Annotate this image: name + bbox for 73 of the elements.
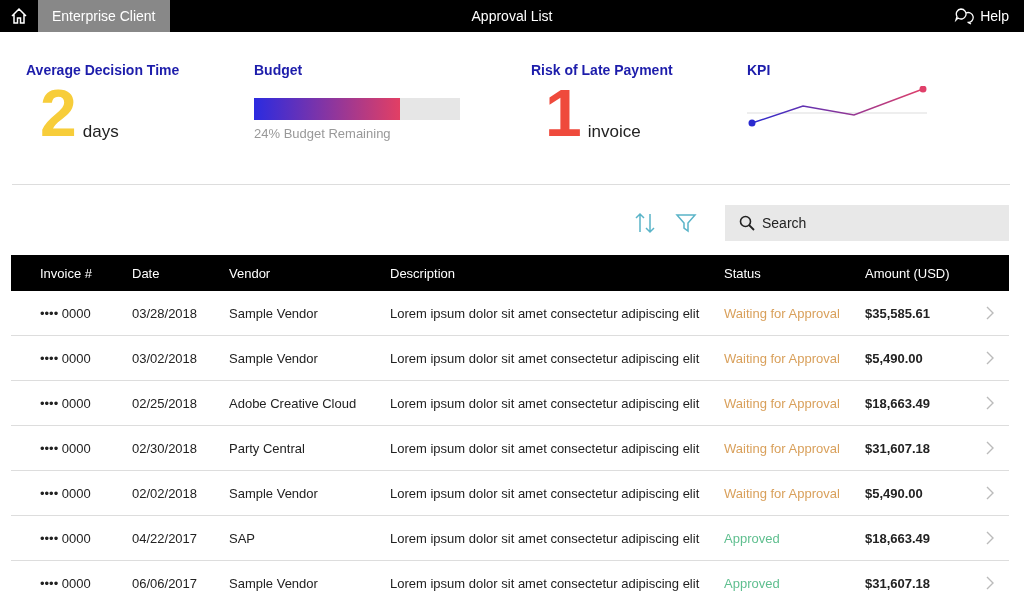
table-cell-text: •••• 0000: [39, 575, 92, 591]
table-cell-text: SAP: [229, 530, 256, 546]
table-cell-text: •••• 0000: [39, 530, 92, 546]
table-cell-text: Sample Vendor: [229, 305, 319, 321]
stat-title: Average Decision Time: [26, 62, 181, 78]
table-cell-text: Sample Vendor: [229, 485, 319, 501]
search-icon: [739, 215, 755, 231]
stat-unit: invoice: [587, 122, 641, 142]
table-cell-text: 03/02/2018: [132, 350, 199, 366]
chevron-right-icon[interactable]: [984, 530, 995, 546]
filter-icon[interactable]: [675, 212, 697, 234]
search-field[interactable]: Search: [725, 205, 1009, 241]
amount-cell-text: $31,607.18: [865, 575, 932, 591]
stat-unit: days: [82, 122, 119, 142]
table-cell-text: •••• 0000: [39, 350, 92, 366]
status-text: Waiting for Approval: [724, 305, 841, 321]
chevron-right-icon[interactable]: [984, 485, 995, 501]
status-text: Approved: [724, 530, 781, 546]
budget-caption: 24% Budget Remaining: [254, 126, 392, 141]
table-cell-text: •••• 0000: [39, 395, 92, 411]
status-text: Waiting for Approval: [724, 350, 841, 366]
chevron-right-icon[interactable]: [984, 395, 995, 411]
amount-cell-text: $35,585.61: [865, 305, 932, 321]
amount-cell-text: $5,490.00: [865, 485, 924, 501]
amount-cell-text: $18,663.49: [865, 395, 932, 411]
table-cell-text: •••• 0000: [39, 440, 92, 456]
stat-title: Risk of Late Payment: [531, 62, 674, 78]
table-cell-text: 02/30/2018: [132, 440, 199, 456]
column-header: Status: [724, 265, 762, 281]
table-cell-text: Party Central: [229, 440, 306, 456]
amount-cell-text: $31,607.18: [865, 440, 932, 456]
table-cell-text: Adobe Creative Cloud: [229, 395, 358, 411]
table-cell-text: Lorem ipsum dolor sit amet consectetur adipiscing elit: [390, 530, 701, 546]
table-cell-text: 02/02/2018: [132, 485, 199, 501]
table-cell-text: 06/06/2017: [132, 575, 199, 591]
status-text: Approved: [724, 575, 781, 591]
table-cell-text: Sample Vendor: [229, 575, 319, 591]
column-header: Description: [390, 265, 457, 281]
stat-title: KPI: [747, 62, 772, 78]
client-tab[interactable]: Enterprise Client: [38, 0, 170, 32]
table-cell-text: 04/22/2017: [132, 530, 199, 546]
table-cell-text: Lorem ipsum dolor sit amet consectetur adipiscing elit: [390, 575, 701, 591]
column-header: Date: [132, 265, 161, 281]
stat-title: Budget: [254, 62, 304, 78]
table-cell-text: Lorem ipsum dolor sit amet consectetur adipiscing elit: [390, 395, 701, 411]
amount-cell-text: $18,663.49: [865, 530, 932, 546]
table-cell-text: Sample Vendor: [229, 350, 319, 366]
chevron-right-icon[interactable]: [984, 575, 995, 591]
table-cell-text: •••• 0000: [39, 485, 92, 501]
table-cell-text: Lorem ipsum dolor sit amet consectetur adipiscing elit: [390, 440, 701, 456]
stat-value: 2: [40, 82, 77, 144]
status-text: Waiting for Approval: [724, 485, 841, 501]
amount-cell-text: $5,490.00: [865, 350, 924, 366]
chevron-right-icon[interactable]: [984, 440, 995, 456]
table-cell-text: Lorem ipsum dolor sit amet consectetur adipiscing elit: [390, 350, 701, 366]
sort-icon[interactable]: [633, 211, 657, 235]
column-header: Amount (USD): [865, 265, 951, 281]
table-cell-text: 03/28/2018: [132, 305, 199, 321]
chevron-right-icon[interactable]: [984, 305, 995, 321]
table-cell-text: Lorem ipsum dolor sit amet consectetur adipiscing elit: [390, 485, 701, 501]
table-cell-text: Lorem ipsum dolor sit amet consectetur adipiscing elit: [390, 305, 701, 321]
help-button[interactable]: Help: [954, 7, 1009, 25]
speech-bubbles-icon: [955, 8, 974, 25]
table-cell-text: •••• 0000: [39, 305, 92, 321]
stat-value: 1: [545, 82, 582, 144]
column-header: Vendor: [229, 265, 272, 281]
page-title: Approval List: [471, 8, 553, 24]
status-text: Waiting for Approval: [724, 440, 841, 456]
column-header: Invoice #: [39, 265, 94, 281]
status-text: Waiting for Approval: [724, 395, 841, 411]
home-icon: [10, 7, 28, 25]
chevron-right-icon[interactable]: [984, 350, 995, 366]
table-cell-text: 02/25/2018: [132, 395, 199, 411]
